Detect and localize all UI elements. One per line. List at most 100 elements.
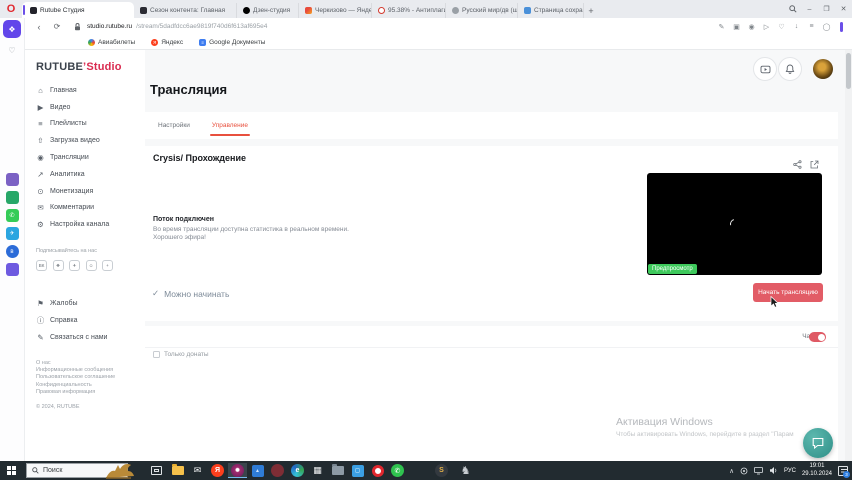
tray-chevron-up-icon[interactable]: ∧ <box>729 467 734 475</box>
taskbar-clock[interactable]: 19:01 29.10.2024 <box>802 463 832 477</box>
notifications-bell-button[interactable] <box>778 57 802 81</box>
media-app-icon[interactable] <box>268 463 287 478</box>
browser-tab-antiplagiat[interactable]: 95.38% - Антиплагиат о <box>372 3 446 18</box>
support-chat-fab[interactable] <box>803 428 833 458</box>
sidebar-item-label: Комментарии <box>50 204 95 212</box>
start-stream-button[interactable]: Начать трансляцию <box>753 283 823 302</box>
reload-button[interactable]: ⟳ <box>48 22 66 31</box>
sidebar-item-streams[interactable]: ◉ Трансляции <box>36 149 145 166</box>
sidebar-item-monetization[interactable]: ⊙ Монетизация <box>36 183 145 200</box>
toolbar-bookmark-heart-icon[interactable]: ♡ <box>777 23 786 31</box>
s-app-icon[interactable]: S <box>432 463 451 478</box>
rutube-app-icon-active[interactable] <box>228 463 247 478</box>
browser-tab-dzen[interactable]: Дзен-студия <box>237 3 299 18</box>
favorites-heart-icon[interactable]: ♡ <box>8 46 15 55</box>
rutube-studio-logo[interactable]: RUTUBE’Studio <box>36 61 145 73</box>
site-security-lock-icon[interactable] <box>74 22 81 31</box>
url-field[interactable]: studio.rutube.ru/stream/5dadfdcc6ae9819f… <box>87 23 267 30</box>
sidebar-item-comments[interactable]: ✉ Комментарии <box>36 200 145 217</box>
toolbar-extension-icon[interactable]: ◉ <box>747 23 756 31</box>
language-indicator[interactable]: РУС <box>784 468 796 474</box>
footer-link-info-messages[interactable]: Информационные сообщения <box>36 367 145 374</box>
folder-dark-icon[interactable] <box>328 463 347 478</box>
blue-app-icon[interactable]: ◻ <box>348 463 367 478</box>
user-avatar[interactable] <box>813 59 833 79</box>
back-button[interactable]: ‹ <box>30 22 48 32</box>
maximize-button[interactable]: ❐ <box>818 0 835 18</box>
bookmark-google-docs[interactable]: ≡ Google Документы <box>199 38 265 46</box>
mail-app-icon[interactable]: ✉ <box>188 463 207 478</box>
sidebar-item-video[interactable]: ▶ Видео <box>36 99 145 116</box>
vk-sidebar-icon[interactable]: в <box>5 245 19 258</box>
yandex-browser-icon[interactable]: Я <box>208 463 227 478</box>
page-scrollbar[interactable] <box>845 50 852 461</box>
opera-logo-icon[interactable]: O <box>0 0 22 18</box>
footer-link-user-agreement[interactable]: Пользовательское соглашение <box>36 374 145 381</box>
sidebar-panel-handle[interactable] <box>840 21 843 32</box>
bookmark-yandex[interactable]: Я Яндекс <box>151 38 183 46</box>
toolbar-play-icon[interactable]: ▷ <box>762 23 771 31</box>
address-bar: ‹ ⟳ studio.rutube.ru/stream/5dadfdcc6ae9… <box>0 18 852 35</box>
task-view-button[interactable] <box>151 466 162 475</box>
start-button[interactable] <box>7 466 16 475</box>
opera-browser-icon[interactable] <box>368 463 387 478</box>
video-message-button[interactable] <box>753 57 777 81</box>
footer-link-legal[interactable]: Правовая информация <box>36 389 145 396</box>
calculator-app-icon[interactable]: ▦ <box>308 463 327 478</box>
browser-tab-saved-page[interactable]: Страница сохранения С <box>518 3 584 18</box>
toolbar-download-icon[interactable]: ↓ <box>792 23 801 30</box>
tray-volume-icon[interactable] <box>769 462 778 480</box>
social-vk-icon[interactable]: ВК <box>36 260 47 272</box>
messenger-app-icon-1[interactable] <box>5 173 19 186</box>
messenger-app-icon-3[interactable] <box>5 263 19 276</box>
social-telegram-icon[interactable]: ✈ <box>69 260 80 272</box>
tray-update-icon[interactable] <box>740 462 748 480</box>
open-external-button[interactable] <box>810 156 819 174</box>
bookmark-aviabilety[interactable]: Авиабилеты <box>88 38 135 46</box>
footer-link-about[interactable]: О нас <box>36 360 145 367</box>
sidebar-item-upload-video[interactable]: ⇧ Загрузка видео <box>36 132 145 149</box>
social-dzen-icon[interactable]: ❖ <box>52 260 64 272</box>
video-preview[interactable] <box>647 173 822 275</box>
pet-figure-icon[interactable]: ♞ <box>456 463 475 478</box>
social-ok-icon[interactable]: ☺ <box>85 260 97 272</box>
minimize-button[interactable]: – <box>801 0 818 18</box>
file-explorer-icon[interactable] <box>168 463 187 478</box>
edge-browser-icon[interactable]: e <box>288 463 307 478</box>
share-button[interactable] <box>793 156 802 174</box>
new-tab-button[interactable]: + <box>584 3 598 18</box>
browser-tab-cherkizovo[interactable]: Черкизово — Яндекс По <box>299 3 372 18</box>
social-more-icon[interactable]: + <box>102 260 113 272</box>
speed-dial-button[interactable]: ❖ <box>3 20 21 38</box>
footer-link-privacy[interactable]: Конфиденциальность <box>36 382 145 389</box>
whatsapp-sidebar-icon[interactable]: ✆ <box>5 209 19 222</box>
toolbar-menu-icon[interactable]: ≡ <box>807 23 816 30</box>
scrollbar-thumb[interactable] <box>846 53 851 89</box>
toolbar-edit-icon[interactable]: ✎ <box>717 23 726 31</box>
sidebar-item-analytics[interactable]: ↗ Аналитика <box>36 166 145 183</box>
donates-only-checkbox[interactable] <box>153 351 160 358</box>
toolbar-profile-icon[interactable]: ◯ <box>822 23 831 31</box>
photos-app-icon[interactable]: ▲ <box>248 463 267 478</box>
sidebar-item-channel-settings[interactable]: ⚙ Настройка канала <box>36 216 145 233</box>
close-button[interactable]: ✕ <box>835 0 852 18</box>
whatsapp-app-icon[interactable]: ✆ <box>388 463 407 478</box>
sidebar-item-contact-us[interactable]: ✎ Связаться с нами <box>36 329 145 346</box>
tab-settings[interactable]: Настройки <box>158 112 190 139</box>
telegram-sidebar-icon[interactable]: ✈ <box>5 227 19 240</box>
toolbar-snapshot-icon[interactable]: ▣ <box>732 23 741 31</box>
tray-network-icon[interactable] <box>754 462 763 480</box>
browser-tab-russkiy-mir[interactable]: Русский мир/дв (шоу 20 <box>446 3 518 18</box>
sidebar-item-playlists[interactable]: ≡ Плейлисты <box>36 116 145 133</box>
chat-toggle[interactable] <box>809 332 826 342</box>
messenger-app-icon-2[interactable] <box>5 191 19 204</box>
notification-center-icon[interactable]: 3 <box>838 465 850 478</box>
tab-management[interactable]: Управление <box>209 112 251 139</box>
browser-tab-season[interactable]: Сезон контента: Главная <box>134 3 237 18</box>
sidebar-item-home[interactable]: ⌂ Главная <box>36 82 145 99</box>
eagle-statuette-icon[interactable] <box>102 461 138 480</box>
browser-tab-rutube-studio[interactable]: Rutube Студия <box>22 2 134 18</box>
tab-search-icon[interactable] <box>784 0 801 18</box>
sidebar-item-complaints[interactable]: ⚑ Жалобы <box>36 295 145 312</box>
sidebar-item-help[interactable]: ⓘ Справка <box>36 312 145 329</box>
